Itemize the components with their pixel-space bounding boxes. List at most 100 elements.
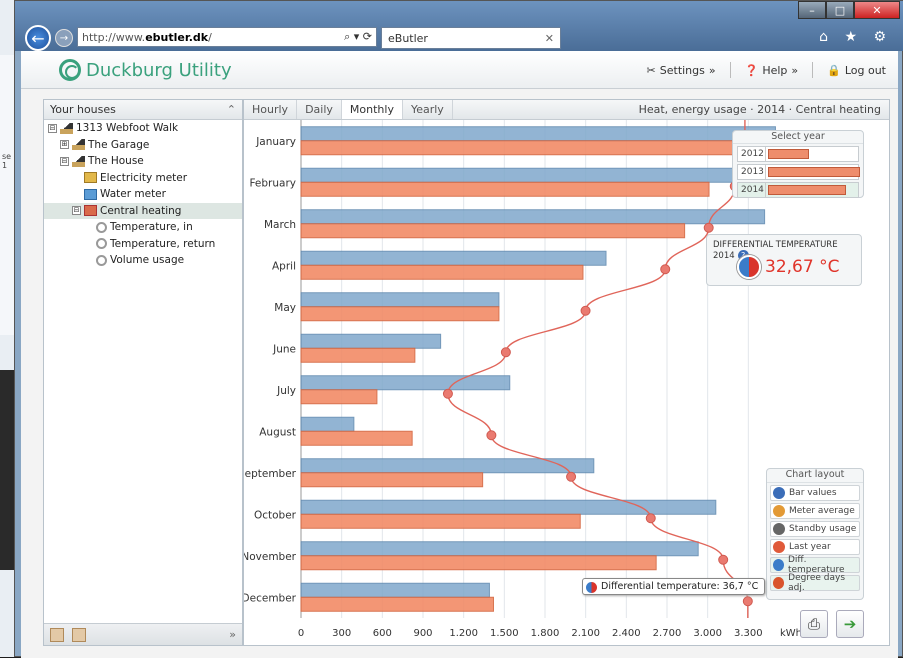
- bar-last-year: [300, 375, 511, 391]
- tab-yearly[interactable]: Yearly: [403, 100, 453, 119]
- layout-option[interactable]: Bar values: [770, 485, 860, 501]
- period-tabs: Hourly Daily Monthly Yearly Heat, energy usa…: [244, 100, 889, 120]
- x-tick-label: 0: [298, 628, 304, 639]
- tree-item[interactable]: Volume usage: [44, 252, 242, 269]
- x-tick-label: 2.700: [653, 628, 682, 639]
- diff-temperature-point: [566, 471, 577, 482]
- tree-item[interactable]: Water meter: [44, 186, 242, 203]
- layout-option[interactable]: Standby usage: [770, 521, 860, 537]
- forward-arrow-icon: →: [59, 32, 69, 44]
- bar-current-year: [300, 347, 416, 363]
- layout-option-label: Bar values: [789, 488, 837, 498]
- address-bar[interactable]: http://www. ebutler.dk / ⌕ ▾ ⟳: [77, 27, 377, 47]
- layout-option-icon: [773, 559, 784, 571]
- settings-label: Settings: [659, 63, 705, 77]
- tree-toggle-icon[interactable]: ⊞: [60, 140, 69, 150]
- category-label: December: [244, 592, 297, 604]
- year-selector-title: Select year: [733, 131, 863, 144]
- bar-current-year: [300, 140, 772, 156]
- tree-item-label: Central heating: [100, 204, 182, 217]
- tree-item[interactable]: ⊞ The Garage: [44, 137, 242, 154]
- year-bar: [768, 185, 847, 195]
- address-prefix: http://www.: [82, 30, 146, 44]
- tree-item[interactable]: ⊟ The House: [44, 153, 242, 170]
- export-button[interactable]: ➔: [836, 610, 864, 638]
- chart-layout-panel: Chart layout Bar values Meter average Stan…: [766, 468, 864, 600]
- add-house-icon[interactable]: [50, 627, 64, 642]
- tree-item[interactable]: Temperature, in: [44, 219, 242, 236]
- layout-option-label: Standby usage: [789, 524, 857, 534]
- category-label: November: [244, 551, 297, 563]
- collapse-icon[interactable]: ⌃: [227, 103, 236, 116]
- chevron-down-icon: »: [708, 63, 716, 77]
- layout-option[interactable]: Diff. temperature: [770, 555, 860, 575]
- tree-toggle-icon[interactable]: ⊟: [72, 206, 81, 216]
- layout-option-label: Meter average: [789, 506, 855, 516]
- layout-option-label: Diff. temperature: [787, 555, 845, 575]
- diff-temperature-point: [486, 430, 497, 441]
- tree-item[interactable]: ⊟ Central heating: [44, 202, 242, 219]
- tree-item-label: The House: [88, 155, 144, 168]
- year-option[interactable]: 2013: [737, 164, 860, 180]
- bar-current-year: [300, 596, 494, 612]
- print-button[interactable]: ⎙: [800, 610, 828, 638]
- expand-icon[interactable]: »: [229, 628, 236, 641]
- settings-menu[interactable]: ✂ Settings»: [647, 64, 716, 77]
- tree-toggle-icon[interactable]: ⊟: [48, 123, 57, 133]
- header-menu: ✂ Settings» ❓ Help» 🔒 Log out: [647, 62, 886, 78]
- back-button[interactable]: ←: [25, 25, 51, 51]
- tree-item[interactable]: ⊟ 1313 Webfoot Walk: [44, 120, 242, 137]
- bar-last-year: [300, 541, 699, 557]
- tree-toggle-icon[interactable]: ⊟: [60, 156, 69, 166]
- bar-last-year: [300, 126, 776, 142]
- maximize-button[interactable]: □: [826, 1, 854, 19]
- browser-tab[interactable]: eButler ✕: [381, 27, 561, 49]
- category-label: June: [272, 343, 296, 355]
- edit-house-icon[interactable]: [72, 627, 86, 642]
- bar-last-year: [300, 499, 717, 515]
- help-menu[interactable]: ❓ Help»: [745, 64, 799, 77]
- chevron-down-icon: »: [791, 63, 799, 77]
- tab-close-icon[interactable]: ✕: [545, 32, 554, 45]
- tab-monthly[interactable]: Monthly: [341, 100, 403, 119]
- bar-current-year: [300, 223, 686, 239]
- category-label: July: [276, 385, 296, 397]
- bar-current-year: [300, 181, 710, 197]
- houses-panel-header: Your houses ⌃: [44, 100, 242, 120]
- bar-last-year: [300, 292, 500, 308]
- separator: [812, 62, 814, 78]
- minimize-button[interactable]: –: [798, 1, 826, 19]
- chart-title: Heat, energy usage · 2014 · Central heat…: [638, 103, 881, 116]
- layout-option[interactable]: Last year: [770, 539, 860, 555]
- layout-option[interactable]: Degree days adj.: [770, 573, 860, 593]
- toolbar-icons[interactable]: ⌂ ★ ⚙: [819, 29, 892, 45]
- lock-icon: 🔒: [827, 63, 841, 77]
- tab-daily[interactable]: Daily: [297, 100, 342, 119]
- forward-button[interactable]: →: [55, 29, 73, 47]
- logout-button[interactable]: 🔒 Log out: [827, 64, 886, 77]
- x-tick-label: 3.300: [734, 628, 763, 639]
- logo[interactable]: Duckburg Utility: [59, 59, 232, 81]
- tree-item[interactable]: Temperature, return: [44, 236, 242, 253]
- close-button[interactable]: ✕: [854, 1, 900, 19]
- logo-text: Duckburg Utility: [86, 59, 232, 81]
- category-label: March: [264, 219, 296, 231]
- x-tick-label: 900: [413, 628, 432, 639]
- year-option[interactable]: 2014: [737, 182, 859, 198]
- houses-panel: Your houses ⌃ ⊟ 1313 Webfoot Walk ⊞ The Gar…: [43, 99, 243, 646]
- layout-option-icon: [773, 505, 785, 517]
- year-option[interactable]: 2012: [737, 146, 859, 162]
- tree-item[interactable]: Electricity meter: [44, 170, 242, 187]
- logout-label: Log out: [844, 63, 886, 77]
- bar-last-year: [300, 333, 442, 349]
- address-controls[interactable]: ⌕ ▾ ⟳: [344, 30, 372, 44]
- address-suffix: /: [208, 30, 212, 44]
- browser-window: – □ ✕ ← → http://www. ebutler.dk / ⌕ ▾ ⟳ e…: [14, 0, 903, 658]
- x-tick-label: 300: [332, 628, 351, 639]
- layout-option[interactable]: Meter average: [770, 503, 860, 519]
- tab-hourly[interactable]: Hourly: [244, 100, 298, 119]
- category-label: April: [272, 260, 296, 272]
- category-label: February: [249, 177, 296, 189]
- meter-icon: [84, 172, 97, 184]
- diff-temperature-point: [718, 554, 729, 565]
